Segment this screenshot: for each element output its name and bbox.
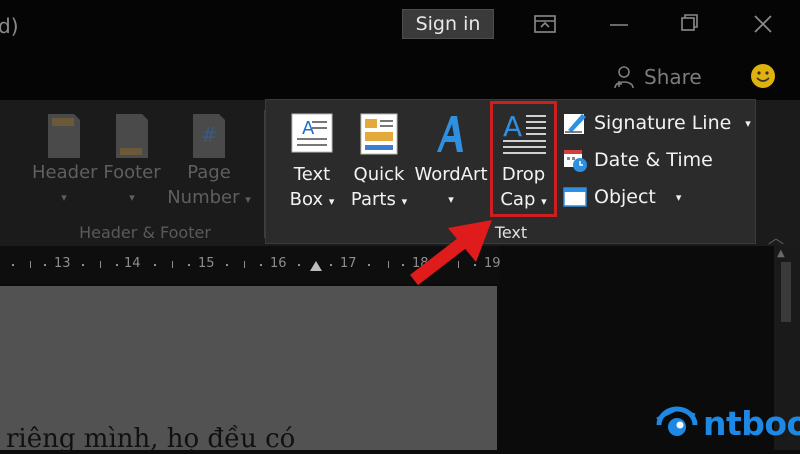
signature-line-button[interactable]: Signature Line ▾ [562,110,751,136]
footer-button[interactable]: Footer ▾ [100,108,164,210]
ruler-label: 16 [270,256,287,271]
group-separator [264,110,265,238]
text-box-label-line1: Text [293,164,331,185]
page-number-label-line2: Number ▾ [167,187,251,208]
ruler-label: 15 [198,256,215,271]
person-add-icon [614,66,634,89]
window-title: d) [0,14,19,38]
share-label: Share [644,65,702,89]
text-box-icon: A [291,113,333,153]
page-number-button[interactable]: # Page Number ▾ [166,108,252,212]
chevron-down-icon: ▾ [675,190,682,204]
ruler-label: 17 [340,256,357,271]
quick-parts-button[interactable]: Quick Parts ▾ [348,108,410,214]
restore-icon[interactable] [681,14,698,31]
indent-marker-icon[interactable] [309,258,323,272]
window-controls [530,10,800,40]
logo-mark-icon [656,406,698,436]
scrollbar-thumb[interactable] [781,262,791,322]
drop-cap-highlight-box [490,101,557,217]
object-button[interactable]: Object ▾ [562,184,681,210]
smiley-feedback-icon[interactable] [750,63,776,89]
date-time-button[interactable]: Date & Time [562,147,713,173]
wordart-label: WordArt [414,164,488,185]
chevron-down-icon: ▾ [129,191,135,204]
scroll-up-icon[interactable]: ▲ [777,248,785,259]
date-time-label: Date & Time [594,149,713,171]
wordart-icon [437,116,463,152]
watermark-logo: ntbook [655,400,800,446]
red-arrow-icon [410,220,492,286]
header-label: Header [32,162,98,183]
svg-text:#: # [201,123,218,147]
sign-in-button[interactable]: Sign in [402,9,494,39]
signature-line-label: Signature Line [594,112,732,134]
page-number-label-line1: Page [187,162,231,183]
text-box-button[interactable]: A Text Box ▾ [282,108,342,214]
share-button[interactable]: Share [612,63,702,91]
logo-text: ntbook [703,403,800,443]
chevron-down-icon: ▾ [61,191,67,204]
signature-line-icon [564,114,586,134]
chevron-down-icon: ▾ [745,116,751,130]
ruler-label: 13 [54,256,71,271]
text-box-label-line2: Box ▾ [289,189,335,210]
page-number-icon: # [193,114,225,158]
ruler-label: 14 [124,256,141,271]
object-label: Object [594,186,656,208]
footer-label: Footer [103,162,161,183]
collapse-ribbon-icon[interactable]: ︿ [768,224,784,248]
chevron-down-icon: ▾ [448,193,454,206]
object-icon [563,187,587,207]
header-button[interactable]: Header ▾ [32,108,98,210]
date-time-icon [564,150,587,172]
header-icon [48,114,80,158]
close-icon[interactable] [754,15,772,33]
ribbon-display-options-icon[interactable] [534,15,556,33]
footer-icon [116,114,148,158]
header-footer-group-label: Header & Footer [79,223,211,242]
quick-parts-icon [360,113,398,155]
wordart-button[interactable]: WordArt ▾ [413,108,489,212]
quick-parts-label-line1: Quick [353,164,405,185]
